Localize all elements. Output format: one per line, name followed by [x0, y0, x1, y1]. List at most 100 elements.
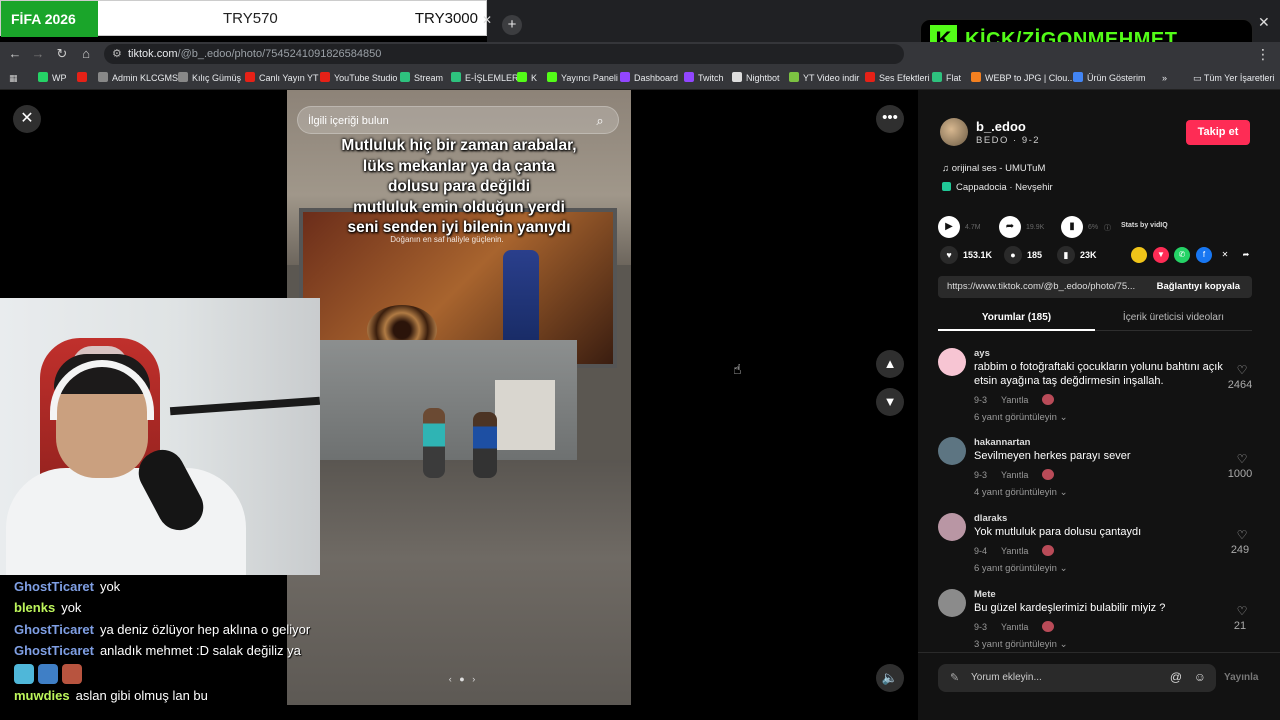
carousel-dots[interactable]: ‹ ● ›	[417, 674, 507, 686]
bookmark-item[interactable]: Twitch	[684, 66, 724, 90]
bookmark-favicon	[1073, 72, 1083, 82]
back-icon[interactable]: ←	[5, 44, 25, 64]
site-info-icon[interactable]: ⚙	[112, 47, 126, 61]
bookmark-item[interactable]: Kılıç Gümüş	[178, 66, 241, 90]
comment-like-icon[interactable]: ♡	[1236, 453, 1248, 465]
bookmark-item[interactable]: K	[517, 66, 537, 90]
comment-author[interactable]: Mete	[974, 589, 996, 600]
chat-username: muwdies	[14, 688, 70, 703]
bookmark-item[interactable]: Admin KLCGMS	[98, 66, 178, 90]
facebook-icon[interactable]: f	[1196, 247, 1212, 263]
hand-cursor-icon: ☝	[733, 361, 742, 377]
emoji-icon[interactable]: ☺	[1194, 670, 1206, 684]
more-options-icon[interactable]: •••	[876, 105, 904, 133]
bookmark-item[interactable]: YouTube Studio	[320, 66, 397, 90]
avatar[interactable]	[938, 348, 966, 376]
mention-icon[interactable]: @	[1170, 670, 1182, 684]
emote-icon	[62, 664, 82, 684]
bookmark-item[interactable]: Ürün Gösterim	[1073, 66, 1146, 90]
all-bookmarks-folder[interactable]: ▭ Tüm Yer İşaretleri	[1193, 66, 1274, 90]
reply-link[interactable]: Yanıtla	[1001, 622, 1028, 632]
window-close-icon[interactable]: ✕	[1258, 15, 1272, 29]
view-replies-link[interactable]: 4 yanıt görüntüleyin ⌄	[974, 487, 1068, 498]
avatar[interactable]	[938, 589, 966, 617]
music-link[interactable]: ♫ orijinal ses - UMUTuM	[942, 163, 1045, 174]
reply-link[interactable]: Yanıtla	[1001, 395, 1028, 405]
search-icon[interactable]: ⌕	[590, 111, 610, 131]
avatar[interactable]	[938, 513, 966, 541]
chevron-up-icon[interactable]: ▲	[876, 350, 904, 378]
bookmark-item[interactable]: E-İŞLEMLER	[451, 66, 519, 90]
chat-message: GhostTicaret anladık mehmet :D salak deği…	[14, 643, 301, 658]
bookmark-item[interactable]: Flat	[932, 66, 961, 90]
reply-link[interactable]: Yanıtla	[1001, 546, 1028, 556]
view-replies-link[interactable]: 6 yanıt görüntüleyin ⌄	[974, 412, 1068, 423]
bookmark-item[interactable]: WP	[38, 66, 67, 90]
tab-comments[interactable]: Yorumlar (185)	[938, 307, 1095, 331]
bookmark-item[interactable]: Dashboard	[620, 66, 678, 90]
related-search-input[interactable]: İlgili içeriği bulun ⌕	[297, 106, 619, 134]
share-more-icon[interactable]: ➦	[1238, 247, 1254, 263]
avatar[interactable]	[938, 437, 966, 465]
stats-by-vidiq[interactable]: Stats by vidIQ	[1121, 222, 1168, 229]
comment-like-icon[interactable]: ♡	[1236, 364, 1248, 376]
whatsapp-icon[interactable]: ✆	[1174, 247, 1190, 263]
comment-like-icon[interactable]: ♡	[1236, 529, 1248, 541]
stream-chat-overlay: GhostTicaret yok blenks yok GhostTicaret ya…	[0, 575, 340, 720]
post-username[interactable]: b_.edoo	[976, 119, 1026, 134]
location-link[interactable]: Cappadocia · Nevşehir	[942, 182, 1053, 193]
play-icon[interactable]: ▶	[938, 216, 960, 238]
comment-icon[interactable]: ●	[1004, 246, 1022, 264]
url-field[interactable]: ⚙ tiktok.com/@b_.edoo/photo/754524109182…	[104, 44, 904, 64]
bookmark-icon[interactable]: ▮	[1057, 246, 1075, 264]
new-tab-button[interactable]: +	[502, 15, 522, 35]
share-send-icon[interactable]: ▼	[1153, 247, 1169, 263]
comment-date: 9-3	[974, 470, 988, 480]
bookmark-item[interactable]: YT Video indir	[789, 66, 859, 90]
bookmark-favicon	[98, 72, 108, 82]
avatar[interactable]	[940, 118, 968, 146]
bookmarks-overflow-icon[interactable]: »	[1162, 66, 1167, 90]
browser-menu-icon[interactable]: ⋮	[1256, 44, 1270, 64]
close-icon[interactable]: ✕	[13, 105, 41, 133]
stats-bars-icon[interactable]: ▮	[1061, 216, 1083, 238]
comment-author[interactable]: ays	[974, 348, 990, 359]
follow-button[interactable]: Takip et	[1186, 120, 1250, 145]
comment-meta: 9-3 Yanıtla	[974, 621, 1055, 632]
volume-icon[interactable]: 🔈	[876, 664, 904, 692]
reply-link[interactable]: Yanıtla	[1001, 470, 1028, 480]
shares-count: 19.9K	[1026, 224, 1045, 231]
tab-creator-videos[interactable]: İçerik üreticisi videoları	[1095, 307, 1252, 329]
view-replies-link[interactable]: 3 yanıt görüntüleyin ⌄	[974, 639, 1068, 650]
share-arrow-icon[interactable]: ➦	[999, 216, 1021, 238]
heart-icon[interactable]: ♥	[940, 246, 958, 264]
tab-close-icon[interactable]: ✕	[482, 14, 494, 26]
apps-grid-icon[interactable]: ▦	[9, 66, 18, 90]
reload-icon[interactable]: ↻	[52, 44, 72, 64]
chevron-down-icon[interactable]: ▼	[876, 388, 904, 416]
copy-link-button[interactable]: Bağlantıyı kopyala	[1157, 276, 1240, 298]
bookmark-item[interactable]: Canlı Yayın YT	[245, 66, 319, 90]
x-icon[interactable]: ✕	[1217, 247, 1233, 263]
comment-author[interactable]: hakannartan	[974, 437, 1031, 448]
home-icon[interactable]: ⌂	[76, 44, 96, 64]
info-icon[interactable]: ⓘ	[1104, 223, 1111, 233]
bookmark-item[interactable]: Stream	[400, 66, 443, 90]
bookmark-item[interactable]: Nightbot	[732, 66, 780, 90]
post-comment-button[interactable]: Yayınla	[1224, 664, 1258, 692]
bookmark-item[interactable]: Yayıncı Paneli	[547, 66, 618, 90]
stats-percent: 6%	[1088, 224, 1099, 231]
share-coin-icon[interactable]	[1131, 247, 1147, 263]
bookmark-item[interactable]: Ses Efektleri	[865, 66, 930, 90]
view-replies-link[interactable]: 6 yanıt görüntüleyin ⌄	[974, 563, 1068, 574]
bookmark-item[interactable]: WEBP to JPG | Clou...	[971, 66, 1075, 90]
post-link-field[interactable]: https://www.tiktok.com/@b_.edoo/photo/75…	[938, 276, 1252, 298]
bookmark-item[interactable]	[77, 66, 91, 90]
comment-meta: 9-3 Yanıtla	[974, 394, 1055, 405]
post-display-name: BEDO · 9-2	[976, 135, 1041, 146]
comment-author[interactable]: dlaraks	[974, 513, 1007, 524]
forward-icon[interactable]: →	[28, 44, 48, 64]
streamer-webcam	[0, 298, 320, 575]
comment-like-icon[interactable]: ♡	[1236, 605, 1248, 617]
comment-input[interactable]: ✎ Yorum ekleyin... @ ☺	[938, 664, 1216, 692]
